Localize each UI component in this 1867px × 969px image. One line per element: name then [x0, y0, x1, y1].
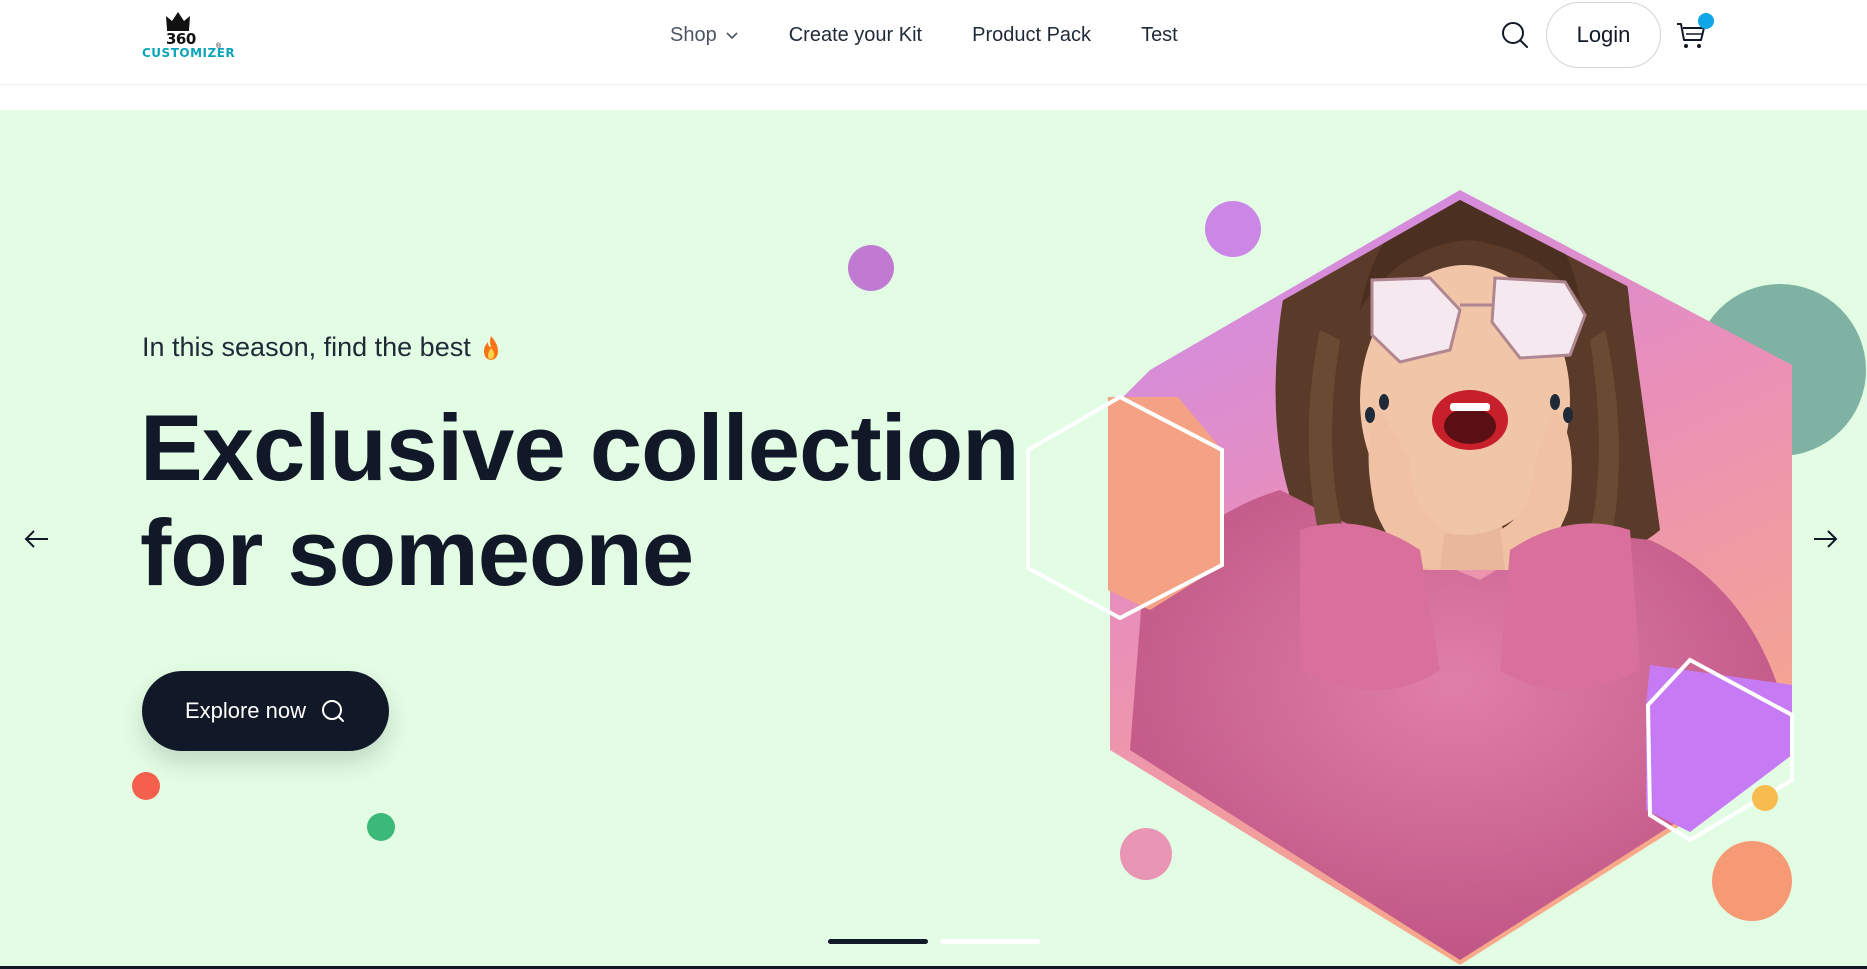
- decor-circle-pink: [1120, 828, 1172, 880]
- slider-bar-2[interactable]: [940, 939, 1040, 944]
- nav-item-label: Shop: [670, 23, 717, 46]
- logo-registered-mark: ®: [216, 43, 222, 50]
- nav-item-create-kit[interactable]: Create your Kit: [789, 24, 922, 47]
- headline-line-2: for someone: [140, 500, 694, 605]
- cart-badge: [1698, 13, 1714, 29]
- explore-now-button[interactable]: Explore now: [142, 671, 389, 751]
- arrow-left-icon[interactable]: [22, 524, 52, 554]
- brand-logo[interactable]: 360 CUSTOMIZER ®: [140, 10, 235, 62]
- nav-item-product-pack[interactable]: Product Pack: [972, 24, 1091, 47]
- hero-subtitle: In this season, find the best: [142, 332, 501, 363]
- crown-icon: [166, 12, 190, 31]
- decor-circle-purple-right: [1205, 201, 1261, 257]
- search-icon: [322, 700, 345, 722]
- slider-bar-1[interactable]: [828, 939, 928, 944]
- chevron-down-icon: [726, 32, 738, 40]
- nav-item-shop[interactable]: Shop: [670, 24, 739, 47]
- decor-circle-green: [367, 813, 395, 841]
- nav-item-label: Product Pack: [972, 23, 1092, 46]
- arrow-right-icon[interactable]: [1810, 524, 1840, 554]
- decor-circle-purple-top: [848, 245, 894, 291]
- hero-subtitle-text: In this season, find the best: [142, 332, 471, 362]
- decor-circle-orange: [1712, 841, 1792, 921]
- decor-circle-yellow: [1752, 785, 1778, 811]
- main-nav: Shop Create your Kit Product Pack Test: [670, 0, 1178, 70]
- headline-line-1: Exclusive collection: [140, 395, 1020, 500]
- nav-item-test[interactable]: Test: [1141, 24, 1178, 47]
- nav-item-label: Test: [1141, 23, 1178, 46]
- site-header: 360 CUSTOMIZER ® Shop Create your Kit Pr…: [0, 0, 1867, 85]
- hero-slider: In this season, find the best Exclusive …: [0, 110, 1867, 969]
- slider-pagination: [828, 939, 1040, 944]
- explore-now-label: Explore now: [184, 698, 307, 723]
- decor-circle-red: [132, 772, 160, 800]
- search-icon[interactable]: [1500, 20, 1530, 50]
- nav-item-label: Create your Kit: [788, 23, 923, 46]
- hero-headline: Exclusive collection for someone: [140, 395, 1080, 605]
- flame-icon: [483, 335, 498, 360]
- login-button[interactable]: Login: [1546, 2, 1661, 68]
